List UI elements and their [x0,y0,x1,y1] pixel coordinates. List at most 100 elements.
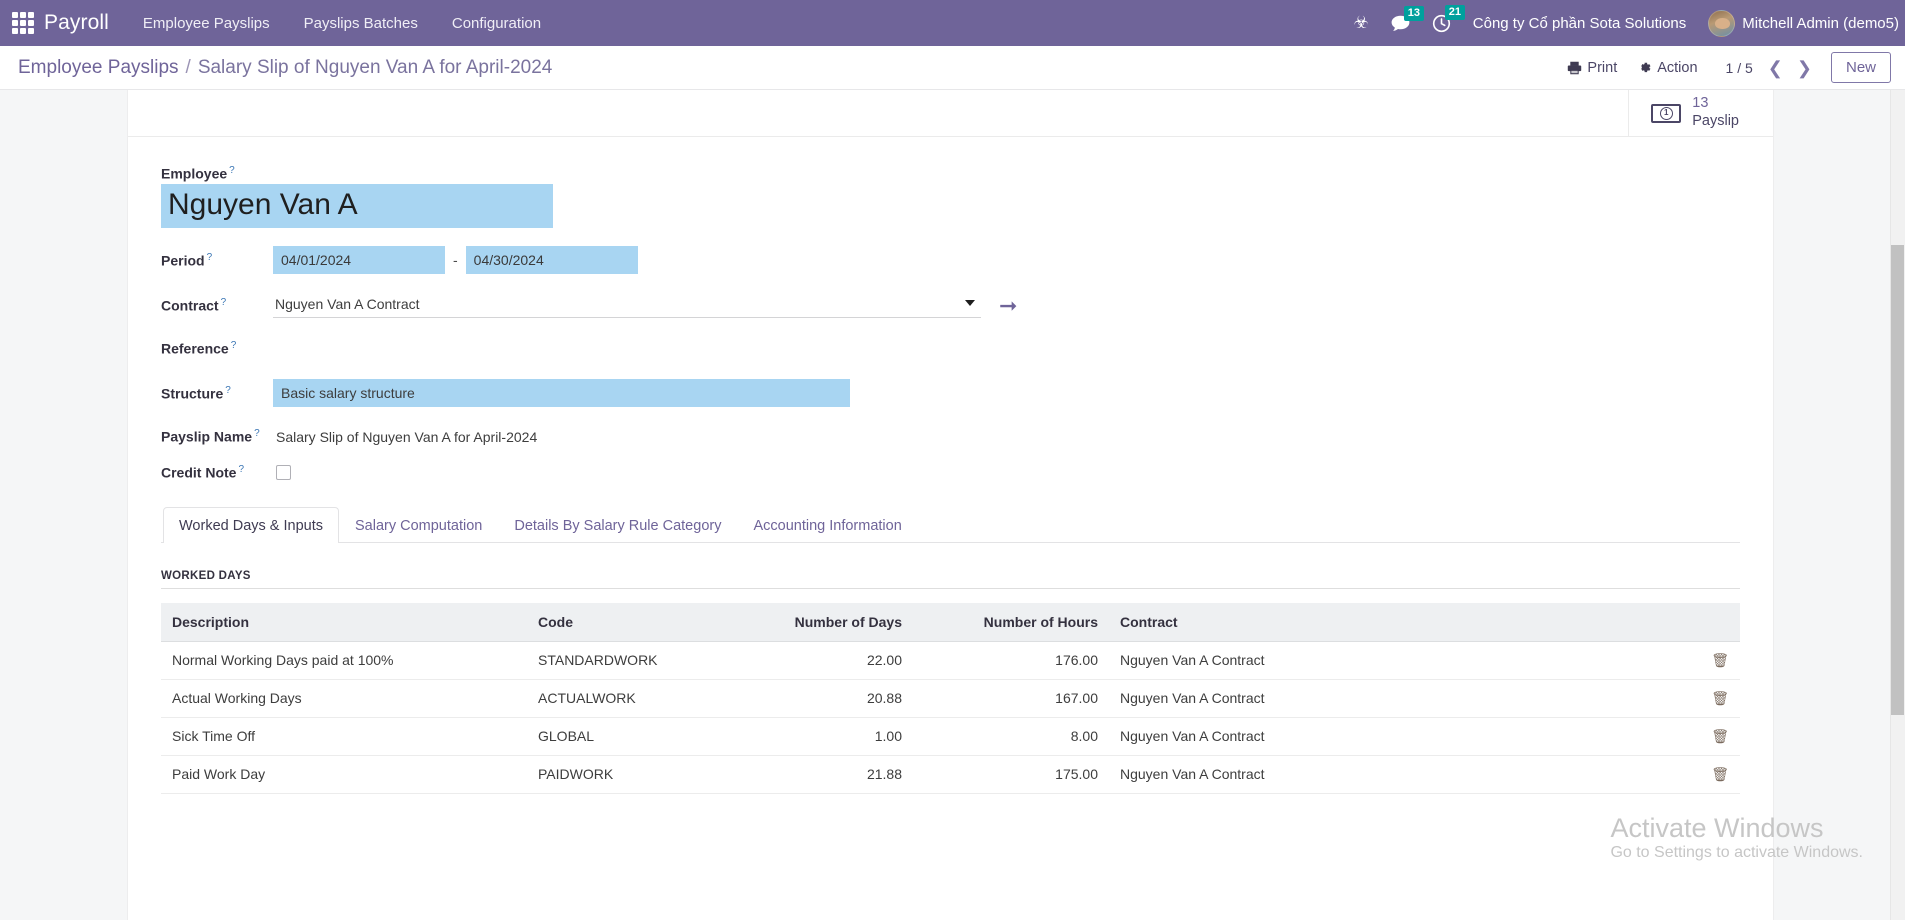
pager-counter: 1 / 5 [1726,60,1753,76]
cell-contract[interactable]: Nguyen Van A Contract [1109,679,1700,717]
employee-input[interactable]: Nguyen Van A [161,184,553,229]
stat-button-payslip[interactable]: 1 13 Payslip [1628,90,1773,136]
cell-number-of-hours[interactable]: 176.00 [913,641,1109,679]
apps-grid-icon[interactable] [10,10,36,36]
action-button[interactable]: Action [1627,56,1707,80]
cell-number-of-days[interactable]: 20.88 [717,679,913,717]
new-button[interactable]: New [1831,52,1891,83]
table-row[interactable]: Paid Work Day PAIDWORK 21.88 175.00 Nguy… [161,755,1740,793]
column-header-actions [1700,603,1740,642]
pager-next-chevron-right-icon[interactable]: ❯ [1790,59,1819,77]
breadcrumb: Employee Payslips / Salary Slip of Nguye… [18,57,552,79]
cell-number-of-days[interactable]: 21.88 [717,755,913,793]
contract-help-icon[interactable]: ? [221,297,227,308]
breadcrumb-root-link[interactable]: Employee Payslips [18,57,179,79]
cell-code[interactable]: PAIDWORK [527,755,717,793]
menu-employee-payslips[interactable]: Employee Payslips [143,15,270,32]
contract-select[interactable]: Nguyen Van A Contract [273,293,981,318]
bug-icon[interactable]: ☣ [1354,13,1369,33]
table-row[interactable]: Normal Working Days paid at 100% STANDAR… [161,641,1740,679]
print-label: Print [1587,60,1617,76]
field-credit-note: Credit Note? [161,464,1773,481]
credit-note-help-icon[interactable]: ? [238,464,244,475]
cell-contract[interactable]: Nguyen Van A Contract [1109,755,1700,793]
navbar-right-group: ☣ 13 21 Công ty Cổ phần Sota Solutions M… [1354,0,1905,46]
structure-input[interactable]: Basic salary structure [273,379,850,407]
trash-icon[interactable]: 🗑 [1711,728,1729,745]
contract-label-text: Contract [161,298,219,314]
period-date-from-input[interactable]: 04/01/2024 [273,246,445,274]
payslip-name-help-icon[interactable]: ? [254,428,260,439]
period-date-separator: - [453,252,458,268]
activities-clock-icon[interactable]: 21 [1432,14,1451,33]
printer-icon [1567,61,1582,75]
messages-count-badge: 13 [1404,6,1424,21]
money-bill-icon: 1 [1651,104,1681,123]
menu-payslips-batches[interactable]: Payslips Batches [304,15,418,32]
field-contract: Contract? Nguyen Van A Contract ➞ [161,293,1773,318]
chevron-down-icon[interactable] [965,300,975,306]
top-navbar: Payroll Employee Payslips Payslips Batch… [0,0,1905,46]
tab-details-by-salary-rule-category[interactable]: Details By Salary Rule Category [498,507,737,543]
cell-contract[interactable]: Nguyen Van A Contract [1109,717,1700,755]
cell-contract[interactable]: Nguyen Van A Contract [1109,641,1700,679]
column-header-description[interactable]: Description [161,603,527,642]
cell-number-of-days[interactable]: 22.00 [717,641,913,679]
worked-days-table-body: Normal Working Days paid at 100% STANDAR… [161,641,1740,793]
menu-configuration[interactable]: Configuration [452,15,541,32]
pager-previous-chevron-left-icon[interactable]: ❮ [1761,59,1790,77]
structure-label: Structure? [161,385,273,402]
tab-salary-computation[interactable]: Salary Computation [339,507,498,543]
stat-payslip-label: Payslip [1692,113,1739,131]
user-menu[interactable]: Mitchell Admin (demo5) [1708,10,1899,37]
cell-description[interactable]: Normal Working Days paid at 100% [161,641,527,679]
period-date-to-input[interactable]: 04/30/2024 [466,246,638,274]
cell-number-of-days[interactable]: 1.00 [717,717,913,755]
cell-actions: 🗑 [1700,717,1740,755]
messages-icon[interactable]: 13 [1391,15,1410,32]
reference-input[interactable] [273,338,981,359]
app-brand-payroll[interactable]: Payroll [44,11,109,35]
company-switcher[interactable]: Công ty Cổ phần Sota Solutions [1473,15,1686,32]
column-header-number-of-hours[interactable]: Number of Hours [913,603,1109,642]
employee-help-icon[interactable]: ? [229,165,235,176]
vertical-scrollbar-thumb[interactable] [1891,245,1904,715]
control-panel-actions: Print Action 1 / 5 ❮ ❯ New [1557,52,1891,83]
payslip-name-label-text: Payslip Name [161,429,252,445]
username-label: Mitchell Admin (demo5) [1742,15,1899,32]
cell-number-of-hours[interactable]: 175.00 [913,755,1109,793]
reference-label-text: Reference [161,341,229,357]
cell-description[interactable]: Paid Work Day [161,755,527,793]
structure-help-icon[interactable]: ? [225,385,231,396]
column-header-contract[interactable]: Contract [1109,603,1700,642]
form-fields: Employee? Nguyen Van A Period? 04/01/202… [128,137,1773,543]
period-help-icon[interactable]: ? [207,252,213,263]
trash-icon[interactable]: 🗑 [1711,652,1729,669]
cell-code[interactable]: STANDARDWORK [527,641,717,679]
reference-help-icon[interactable]: ? [231,340,237,351]
print-button[interactable]: Print [1557,56,1627,80]
column-header-code[interactable]: Code [527,603,717,642]
column-header-number-of-days[interactable]: Number of Days [717,603,913,642]
field-employee: Employee? Nguyen Van A [161,165,1773,228]
employee-label: Employee? [161,165,1773,182]
vertical-scrollbar-track[interactable] [1890,90,1905,920]
cell-number-of-hours[interactable]: 167.00 [913,679,1109,717]
table-row[interactable]: Actual Working Days ACTUALWORK 20.88 167… [161,679,1740,717]
activities-count-badge: 21 [1445,5,1465,20]
cell-code[interactable]: ACTUALWORK [527,679,717,717]
payslip-name-input[interactable]: Salary Slip of Nguyen Van A for April-20… [273,429,537,445]
tab-accounting-information[interactable]: Accounting Information [737,507,917,543]
cell-description[interactable]: Sick Time Off [161,717,527,755]
breadcrumb-separator: / [186,57,191,79]
cell-number-of-hours[interactable]: 8.00 [913,717,1109,755]
credit-note-checkbox[interactable] [276,465,291,480]
cell-code[interactable]: GLOBAL [527,717,717,755]
table-row[interactable]: Sick Time Off GLOBAL 1.00 8.00 Nguyen Va… [161,717,1740,755]
cell-description[interactable]: Actual Working Days [161,679,527,717]
period-label: Period? [161,252,273,269]
trash-icon[interactable]: 🗑 [1711,766,1729,783]
tab-worked-days-and-inputs[interactable]: Worked Days & Inputs [163,507,339,543]
trash-icon[interactable]: 🗑 [1711,690,1729,707]
arrow-right-icon[interactable]: ➞ [999,295,1017,317]
